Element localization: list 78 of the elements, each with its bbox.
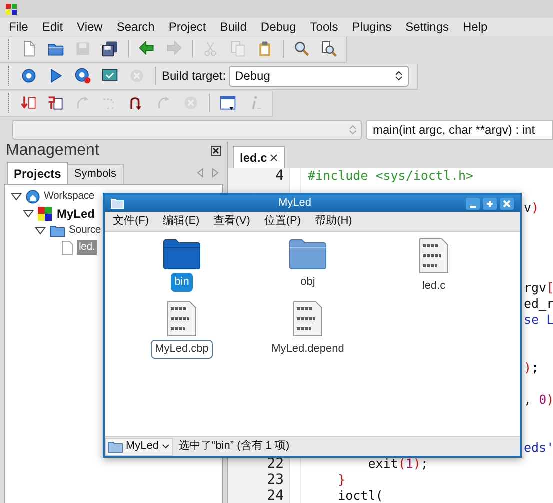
menu-item[interactable]: 查看(V): [214, 213, 250, 230]
menu-item[interactable]: Edit: [42, 18, 64, 36]
magnifier-icon[interactable]: [293, 40, 311, 58]
left-arrow-icon[interactable]: [138, 40, 156, 58]
menu-item[interactable]: Tools: [310, 18, 338, 36]
folder-icon: [111, 198, 124, 209]
code-fragment: );: [524, 362, 540, 374]
panel-tab[interactable]: Symbols: [68, 164, 124, 184]
menu-item[interactable]: View: [77, 18, 103, 36]
close-icon[interactable]: [270, 154, 278, 162]
code-line: #include <sys/ioctl.h>: [308, 170, 474, 182]
file-label[interactable]: led.c: [418, 277, 450, 296]
code-fragment: v): [524, 202, 540, 214]
file-label[interactable]: obj: [296, 273, 320, 292]
menu-item[interactable]: Help: [463, 18, 488, 36]
text-file-icon[interactable]: [167, 301, 197, 337]
menu-item[interactable]: Settings: [406, 18, 450, 36]
file-label[interactable]: bin: [170, 273, 194, 292]
ring-icon[interactable]: [20, 67, 38, 85]
chevron-down-icon: [162, 444, 170, 450]
expanded-toggle-icon[interactable]: [23, 210, 34, 218]
spinner-arrows-icon: [349, 124, 357, 136]
expanded-toggle-icon[interactable]: [35, 226, 46, 234]
close-icon[interactable]: [211, 146, 221, 156]
disks-icon[interactable]: [101, 40, 119, 58]
branch-page-icon[interactable]: [47, 94, 65, 112]
expanded-toggle-icon[interactable]: [11, 192, 22, 200]
text-file-icon[interactable]: [419, 238, 449, 274]
location-dropdown[interactable]: MyLed: [105, 438, 174, 456]
text-file-icon[interactable]: [293, 301, 323, 337]
menu-item[interactable]: 编辑(E): [163, 213, 200, 230]
status-text: 选中了“bin” (含有 1 项): [178, 439, 290, 454]
code-line: ioctl(: [337, 490, 384, 502]
code-fragment: eds': [524, 442, 553, 454]
maximize-icon[interactable]: [483, 198, 497, 210]
build-target-dropdown[interactable]: Debug: [229, 66, 410, 86]
menu-item[interactable]: 位置(P): [264, 213, 302, 230]
colored-squares-icon: [38, 206, 53, 220]
code-fragment: , 0): [524, 394, 553, 406]
file-icon: [62, 240, 73, 254]
panel-tab[interactable]: Projects: [7, 162, 68, 184]
file-label[interactable]: MyLed.cbp: [151, 340, 213, 358]
line-number: 23: [266, 473, 284, 487]
globe-icon: [26, 190, 40, 204]
menu-item[interactable]: Search: [116, 18, 155, 36]
tree-item[interactable]: Workspace: [44, 188, 95, 204]
menu-item[interactable]: 文件(F): [113, 213, 150, 230]
line-number: 22: [266, 457, 284, 471]
editor-tab[interactable]: led.c: [233, 146, 286, 168]
down-arrow-page-icon[interactable]: [20, 94, 38, 112]
window-title: MyLed: [277, 196, 313, 212]
tree-item[interactable]: Source: [69, 222, 102, 238]
folder-icon[interactable]: [289, 238, 327, 270]
line-number: 24: [266, 489, 284, 503]
menu-item[interactable]: 帮助(H): [315, 213, 352, 230]
folder-icon[interactable]: [163, 238, 201, 270]
menu-item[interactable]: Build: [220, 18, 247, 36]
menu-item[interactable]: File: [9, 18, 28, 36]
minimize-icon[interactable]: [466, 198, 480, 210]
app-logo-icon: [6, 4, 17, 14]
ring-dot-icon[interactable]: [74, 67, 92, 85]
menu-item[interactable]: Plugins: [352, 18, 392, 36]
spinner-arrows-icon: [395, 70, 404, 82]
menu-item[interactable]: Project: [168, 18, 206, 36]
file-label[interactable]: MyLed.depend: [268, 340, 348, 358]
line-number: 4: [274, 169, 284, 183]
build-target-label: Build target:: [162, 68, 226, 85]
menu-item[interactable]: Debug: [260, 18, 296, 36]
function-dropdown[interactable]: main(int argc, char **argv) : int: [366, 120, 553, 140]
window-icon[interactable]: [219, 94, 237, 112]
panel-title: Management: [6, 141, 100, 161]
page-magnifier-icon[interactable]: [320, 40, 338, 58]
folder-icon: [108, 440, 123, 452]
code-line: }: [337, 474, 346, 486]
folder-icon: [50, 224, 65, 236]
code-line: exit(1);: [367, 458, 428, 470]
tree-item[interactable]: MyLed: [57, 204, 96, 222]
code-fragment: rgv[: [524, 282, 553, 294]
